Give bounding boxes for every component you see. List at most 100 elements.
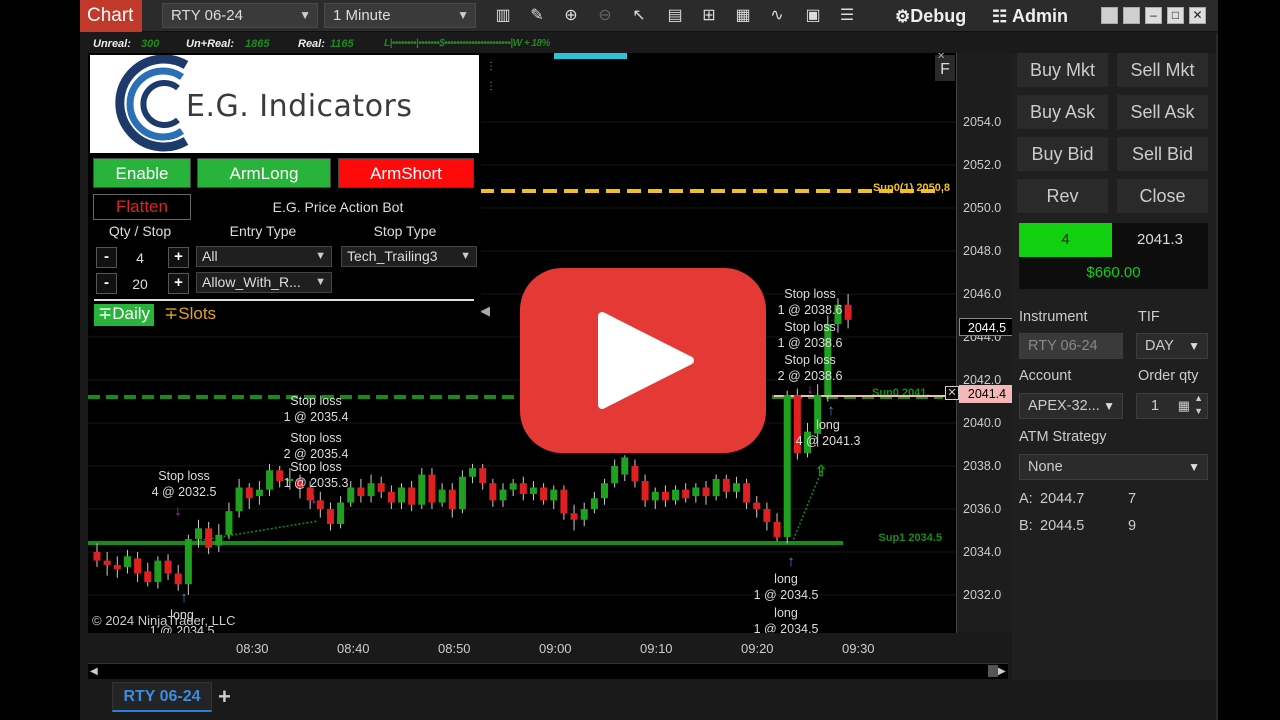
close-position-icon[interactable]: ✕ <box>945 386 959 400</box>
candle-up <box>266 470 274 490</box>
zoom-out-icon[interactable]: ⊖ <box>594 5 616 27</box>
price-tick-label: 2034.0 <box>963 545 1002 559</box>
scroll-right-icon[interactable]: ▶ <box>998 666 1006 677</box>
list-icon[interactable]: ☰ <box>836 5 858 27</box>
tile-icon[interactable] <box>1101 7 1118 24</box>
time-tick-label: 08:30 <box>236 641 269 656</box>
horizontal-scrollbar[interactable]: ◀ ▶ <box>88 663 1008 679</box>
screen: Chart RTY 06-24 ▼ 1 Minute ▼ ▥ ✎ ⊕ ⊖ ↖ ▤… <box>0 0 1280 720</box>
bar-chart-icon[interactable]: ▥ <box>492 5 514 27</box>
order-instrument-select[interactable]: RTY 06-24 <box>1019 333 1123 359</box>
entry-type-select[interactable]: All ▼ <box>196 246 332 267</box>
close-position-button[interactable]: Close <box>1117 179 1208 213</box>
tif-value: DAY <box>1145 338 1174 354</box>
buy-ask-button[interactable]: Buy Ask <box>1017 95 1108 129</box>
buy-bid-button[interactable]: Buy Bid <box>1017 137 1108 171</box>
close-icon[interactable]: ✕ <box>1189 7 1206 24</box>
collapse-arrow-icon[interactable]: ◀ <box>480 303 490 318</box>
arm-short-button[interactable]: ArmShort <box>338 158 474 188</box>
scroll-thumb[interactable] <box>988 665 998 677</box>
time-tick-label: 09:10 <box>640 641 673 656</box>
price-axis[interactable]: 2054.0 2052.0 2050.0 2048.0 2046.0 2044.0 2042… <box>945 53 1020 633</box>
properties-icon[interactable]: ⊞ <box>698 5 720 27</box>
candle-down <box>93 552 101 561</box>
add-tab-icon[interactable]: + <box>218 684 231 710</box>
qty-increment-button[interactable]: + <box>168 247 189 268</box>
account-select[interactable]: APEX-32... ▼ <box>1019 393 1123 419</box>
video-play-button[interactable] <box>520 268 766 453</box>
candle-up <box>509 483 517 490</box>
data-box-icon[interactable]: ▤ <box>664 5 686 27</box>
sell-market-button[interactable]: Sell Mkt <box>1117 53 1208 87</box>
candle-down <box>540 487 548 501</box>
interval-selector[interactable]: 1 Minute ▼ <box>324 3 476 28</box>
stop-type-select[interactable]: Tech_Trailing3 ▼ <box>341 246 477 267</box>
interval-value: 1 Minute <box>333 7 391 24</box>
sell-ask-button[interactable]: Sell Ask <box>1117 95 1208 129</box>
entry-filter-select[interactable]: Allow_With_R... ▼ <box>196 272 332 293</box>
instrument-selector[interactable]: RTY 06-24 ▼ <box>162 3 318 28</box>
price-tick-label: 2048.0 <box>963 244 1002 258</box>
unreal-value: 300 <box>141 38 160 50</box>
templates-icon[interactable]: ▣ <box>802 5 824 27</box>
candle-down <box>479 468 487 484</box>
time-axis[interactable]: 08:30 08:40 08:50 09:00 09:10 09:20 09:30 <box>88 633 956 663</box>
atm-strategy-select[interactable]: None ▼ <box>1019 454 1208 480</box>
reverse-button[interactable]: Rev <box>1017 179 1108 213</box>
qty-spinner-icon[interactable]: ▲ ▼ <box>1194 392 1203 418</box>
stop-marker-icon: ↓ <box>311 490 318 506</box>
tif-select[interactable]: DAY ▼ <box>1136 333 1208 359</box>
flatten-button[interactable]: Flatten <box>93 194 191 220</box>
daily-button[interactable]: ∓Daily <box>94 304 154 326</box>
enable-button[interactable]: Enable <box>93 158 191 188</box>
entry-type-value: All <box>202 248 218 264</box>
admin-button[interactable]: ☷ Admin <box>992 0 1068 32</box>
cyan-badge <box>554 53 627 59</box>
candle-up <box>469 468 477 477</box>
maximize-icon[interactable]: □ <box>1167 7 1184 24</box>
candle-up <box>337 502 345 525</box>
qty-value[interactable]: 4 <box>124 250 156 266</box>
strategies-icon[interactable]: ▦ <box>732 5 754 27</box>
scroll-left-icon[interactable]: ◀ <box>90 666 98 677</box>
candle-up <box>458 476 466 509</box>
stop-decrement-button[interactable]: - <box>96 273 117 294</box>
trade-annotation-text: 1 @ 2034.5 <box>754 588 819 602</box>
price-tick-label: 2050.0 <box>963 201 1002 215</box>
sliders-icon: ☷ <box>992 7 1012 26</box>
trade-annotation-text: Stop loss <box>290 394 341 408</box>
candle-up <box>499 489 507 501</box>
candle-down <box>428 474 436 503</box>
order-qty-input[interactable]: 1 ▦ ▲ ▼ <box>1136 393 1208 419</box>
candle-down <box>519 483 527 494</box>
unreal-plus-value: 1865 <box>245 38 270 50</box>
order-qty-label: Order qty <box>1138 368 1199 384</box>
minimize-icon[interactable]: – <box>1145 7 1162 24</box>
qty-decrement-button[interactable]: - <box>96 247 117 268</box>
candle-down <box>702 487 710 497</box>
pointer-icon[interactable]: ↖ <box>628 5 650 27</box>
candle-up <box>123 556 131 568</box>
chevron-down-icon: ▼ <box>299 8 311 22</box>
draw-icon[interactable]: ✎ <box>526 5 548 27</box>
time-tick-label: 09:30 <box>842 641 875 656</box>
sell-bid-button[interactable]: Sell Bid <box>1117 137 1208 171</box>
trade-annotation-text: 1 @ 2038.6 <box>778 336 843 350</box>
slots-button[interactable]: ∓Slots <box>164 304 216 324</box>
candle-down <box>661 491 669 501</box>
arm-long-button[interactable]: ArmLong <box>197 158 331 188</box>
buy-market-button[interactable]: Buy Mkt <box>1017 53 1108 87</box>
f-button-label: F <box>940 61 950 78</box>
candle-up <box>550 489 558 501</box>
debug-button[interactable]: ⚙Debug <box>895 0 966 32</box>
calculator-icon[interactable]: ▦ <box>1178 394 1190 418</box>
tab-rty[interactable]: RTY 06-24 <box>112 682 212 712</box>
indicators-icon[interactable]: ∿ <box>766 5 788 27</box>
stop-increment-button[interactable]: + <box>168 273 189 294</box>
trade-annotation-text: Stop loss <box>784 353 835 367</box>
stop-value[interactable]: 20 <box>124 276 156 292</box>
zoom-in-icon[interactable]: ⊕ <box>560 5 582 27</box>
stop-type-label: Stop Type <box>373 223 437 239</box>
entry-price-tag: 2041.4 <box>959 385 1015 403</box>
tile-icon[interactable] <box>1123 7 1140 24</box>
